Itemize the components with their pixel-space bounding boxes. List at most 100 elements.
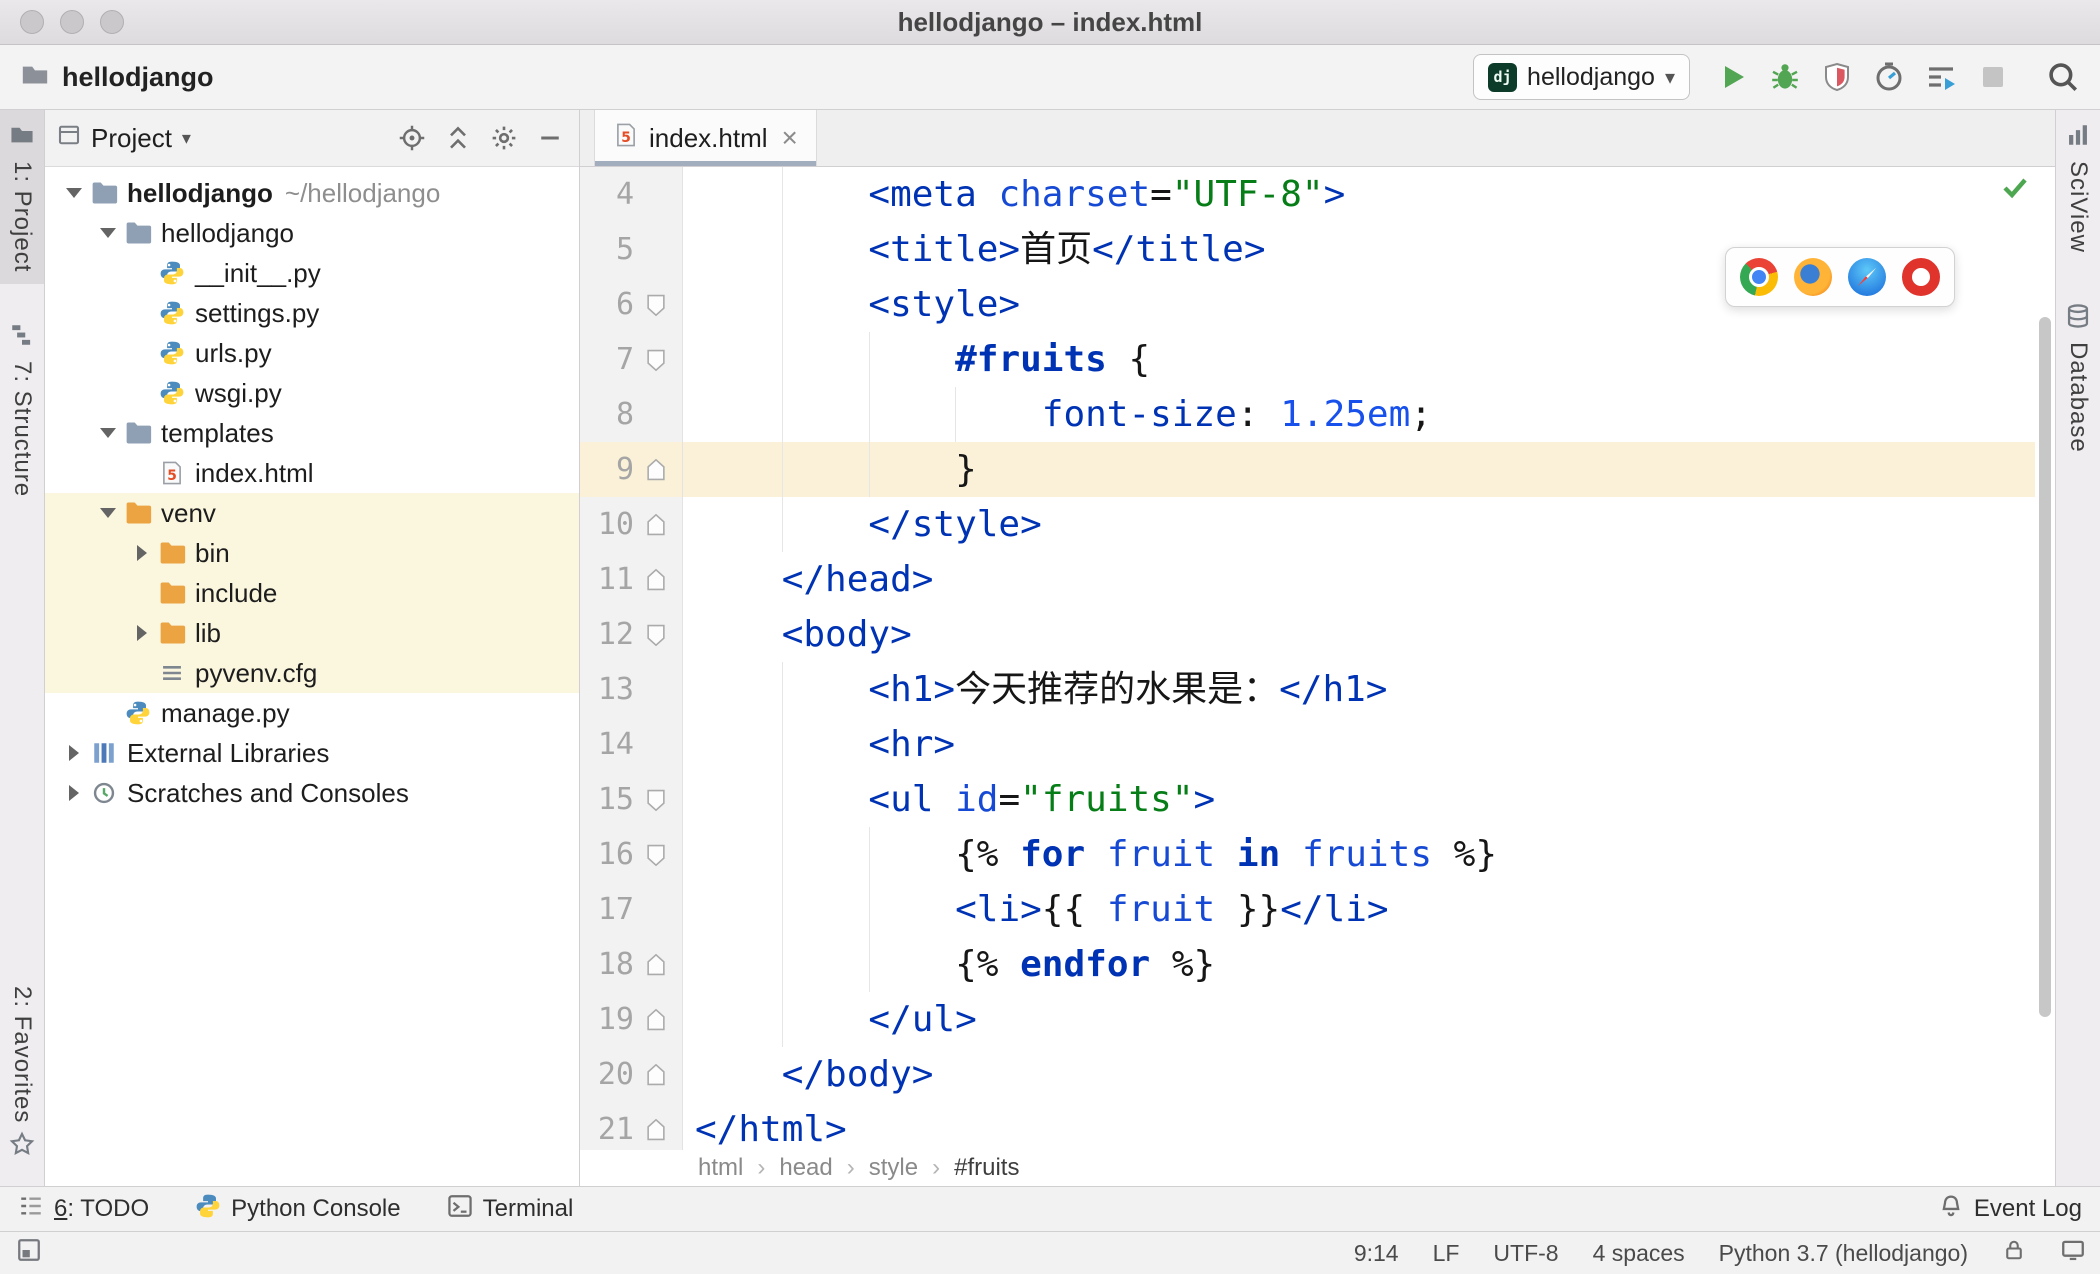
run-config-selector[interactable]: dj hellodjango ▾: [1473, 54, 1690, 100]
tree-item[interactable]: lib: [45, 613, 579, 653]
tree-item[interactable]: urls.py: [45, 333, 579, 373]
chrome-icon[interactable]: [1740, 258, 1778, 296]
tree-item[interactable]: venv: [45, 493, 579, 533]
chevron-closed-icon[interactable]: [59, 745, 89, 761]
tool-button-project[interactable]: 1: Project: [0, 110, 44, 285]
editor-scrollbar[interactable]: [2035, 167, 2055, 1150]
code-line[interactable]: <ul id="fruits">: [683, 772, 2035, 827]
code-line[interactable]: <h1>今天推荐的水果是：</h1>: [683, 662, 2035, 717]
tree-item[interactable]: include: [45, 573, 579, 613]
project-panel-title[interactable]: Project: [91, 123, 172, 154]
tree-item[interactable]: External Libraries: [45, 733, 579, 773]
scrollbar-thumb[interactable]: [2039, 317, 2051, 1017]
tree-item[interactable]: __init__.py: [45, 253, 579, 293]
tree-item[interactable]: manage.py: [45, 693, 579, 733]
tree-item[interactable]: bin: [45, 533, 579, 573]
tool-button-sciview[interactable]: SciView: [2056, 110, 2100, 265]
code-line[interactable]: </html>: [683, 1102, 2035, 1150]
fold-up-icon[interactable]: [634, 457, 678, 483]
run-button[interactable]: [1710, 54, 1756, 100]
code-line[interactable]: </style>: [683, 497, 2035, 552]
minimize-window-button[interactable]: [60, 10, 84, 34]
firefox-icon[interactable]: [1794, 258, 1832, 296]
status-line-separator[interactable]: LF: [1433, 1240, 1460, 1267]
chevron-open-icon[interactable]: [93, 228, 123, 238]
event-log-button[interactable]: Event Log: [1938, 1193, 2082, 1226]
tree-item[interactable]: settings.py: [45, 293, 579, 333]
code-line[interactable]: <meta charset="UTF-8">: [683, 167, 2035, 222]
code-line[interactable]: </ul>: [683, 992, 2035, 1047]
opera-icon[interactable]: [1902, 258, 1940, 296]
fold-up-icon[interactable]: [634, 512, 678, 538]
fold-up-icon[interactable]: [634, 952, 678, 978]
tree-item[interactable]: Scratches and Consoles: [45, 773, 579, 813]
tab-index-html[interactable]: 5 index.html ×: [594, 110, 817, 166]
breadcrumb-item[interactable]: html: [698, 1154, 743, 1182]
safari-icon[interactable]: [1848, 258, 1886, 296]
tool-window-switcher-icon[interactable]: [16, 1237, 42, 1269]
tree-item[interactable]: 5 index.html: [45, 453, 579, 493]
run-with-profiler-button[interactable]: [1918, 54, 1964, 100]
code-line[interactable]: <hr>: [683, 717, 2035, 772]
inspections-ok-icon[interactable]: [1999, 171, 2031, 208]
tool-button-database[interactable]: Database: [2056, 291, 2100, 465]
tree-item[interactable]: hellodjango: [45, 213, 579, 253]
tool-button-favorites[interactable]: 2: Favorites: [0, 974, 44, 1174]
indexing-monitor-icon[interactable]: [2060, 1237, 2086, 1269]
chevron-closed-icon[interactable]: [59, 785, 89, 801]
code-line[interactable]: {% for fruit in fruits %}: [683, 827, 2035, 882]
status-caret-position[interactable]: 9:14: [1354, 1240, 1399, 1267]
chevron-down-icon[interactable]: ▾: [182, 128, 191, 149]
fold-up-icon[interactable]: [634, 1117, 678, 1143]
code-line[interactable]: font-size: 1.25em;: [683, 387, 2035, 442]
code-line[interactable]: <body>: [683, 607, 2035, 662]
chevron-closed-icon[interactable]: [127, 545, 157, 561]
code-line[interactable]: #fruits {: [683, 332, 2035, 387]
tree-item[interactable]: templates: [45, 413, 579, 453]
fold-up-icon[interactable]: [634, 1007, 678, 1033]
project-tree[interactable]: hellodjango ~/hellodjango hellodjango __ini…: [45, 167, 579, 1186]
breadcrumb-item[interactable]: style: [869, 1154, 918, 1182]
gear-icon[interactable]: [487, 121, 521, 155]
close-window-button[interactable]: [20, 10, 44, 34]
code-line[interactable]: <li>{{ fruit }}</li>: [683, 882, 2035, 937]
fold-up-icon[interactable]: [634, 1062, 678, 1088]
code-line[interactable]: {% endfor %}: [683, 937, 2035, 992]
locate-icon[interactable]: [395, 121, 429, 155]
collapse-all-icon[interactable]: [441, 121, 475, 155]
search-everywhere-button[interactable]: [2040, 54, 2086, 100]
fold-down-icon[interactable]: [634, 842, 678, 868]
tool-button-structure[interactable]: 7: Structure: [0, 310, 44, 509]
chevron-open-icon[interactable]: [59, 188, 89, 198]
code-line[interactable]: }: [683, 442, 2035, 497]
zoom-window-button[interactable]: [100, 10, 124, 34]
breadcrumb-item[interactable]: #fruits: [954, 1154, 1019, 1182]
fold-down-icon[interactable]: [634, 787, 678, 813]
close-icon[interactable]: ×: [782, 124, 798, 152]
coverage-button[interactable]: [1814, 54, 1860, 100]
status-encoding[interactable]: UTF-8: [1493, 1240, 1558, 1267]
chevron-open-icon[interactable]: [93, 428, 123, 438]
tool-button-todo[interactable]: 6: TODO: [18, 1193, 149, 1226]
breadcrumb-item[interactable]: head: [779, 1154, 832, 1182]
status-interpreter[interactable]: Python 3.7 (hellodjango): [1719, 1240, 1968, 1267]
tool-button-terminal[interactable]: Terminal: [447, 1193, 573, 1226]
debug-button[interactable]: [1762, 54, 1808, 100]
lock-icon[interactable]: [2002, 1238, 2026, 1268]
fold-down-icon[interactable]: [634, 622, 678, 648]
chevron-closed-icon[interactable]: [127, 625, 157, 641]
hide-icon[interactable]: [533, 121, 567, 155]
code-line[interactable]: </head>: [683, 552, 2035, 607]
chevron-open-icon[interactable]: [93, 508, 123, 518]
tree-item[interactable]: hellodjango ~/hellodjango: [45, 173, 579, 213]
tree-item[interactable]: pyvenv.cfg: [45, 653, 579, 693]
fold-down-icon[interactable]: [634, 347, 678, 373]
code-line[interactable]: </body>: [683, 1047, 2035, 1102]
status-indent[interactable]: 4 spaces: [1593, 1240, 1685, 1267]
fold-down-icon[interactable]: [634, 292, 678, 318]
profiler-button[interactable]: [1866, 54, 1912, 100]
fold-up-icon[interactable]: [634, 567, 678, 593]
tree-item[interactable]: wsgi.py: [45, 373, 579, 413]
tool-button-python-console[interactable]: Python Console: [195, 1193, 401, 1226]
code-editor[interactable]: <meta charset="UTF-8"> <title>首页</title>…: [683, 167, 2035, 1150]
